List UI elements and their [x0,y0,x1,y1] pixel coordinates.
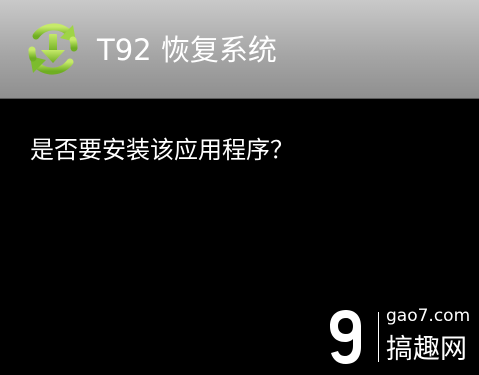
title-bar: T92 恢复系统 [0,0,479,99]
install-prompt-text: 是否要安装该应用程序？ [30,136,294,164]
recovery-screen: T92 恢复系统 是否要安装该应用程序？ gao7.com 搞趣网 [0,0,479,375]
watermark-brand: 搞趣网 [386,334,467,365]
watermark: gao7.com 搞趣网 [326,300,476,372]
recovery-refresh-download-icon [28,23,78,75]
gao7-logo [330,310,361,364]
app-title: T92 恢复系统 [97,33,277,67]
watermark-divider [378,312,379,362]
watermark-domain: gao7.com [386,306,471,326]
